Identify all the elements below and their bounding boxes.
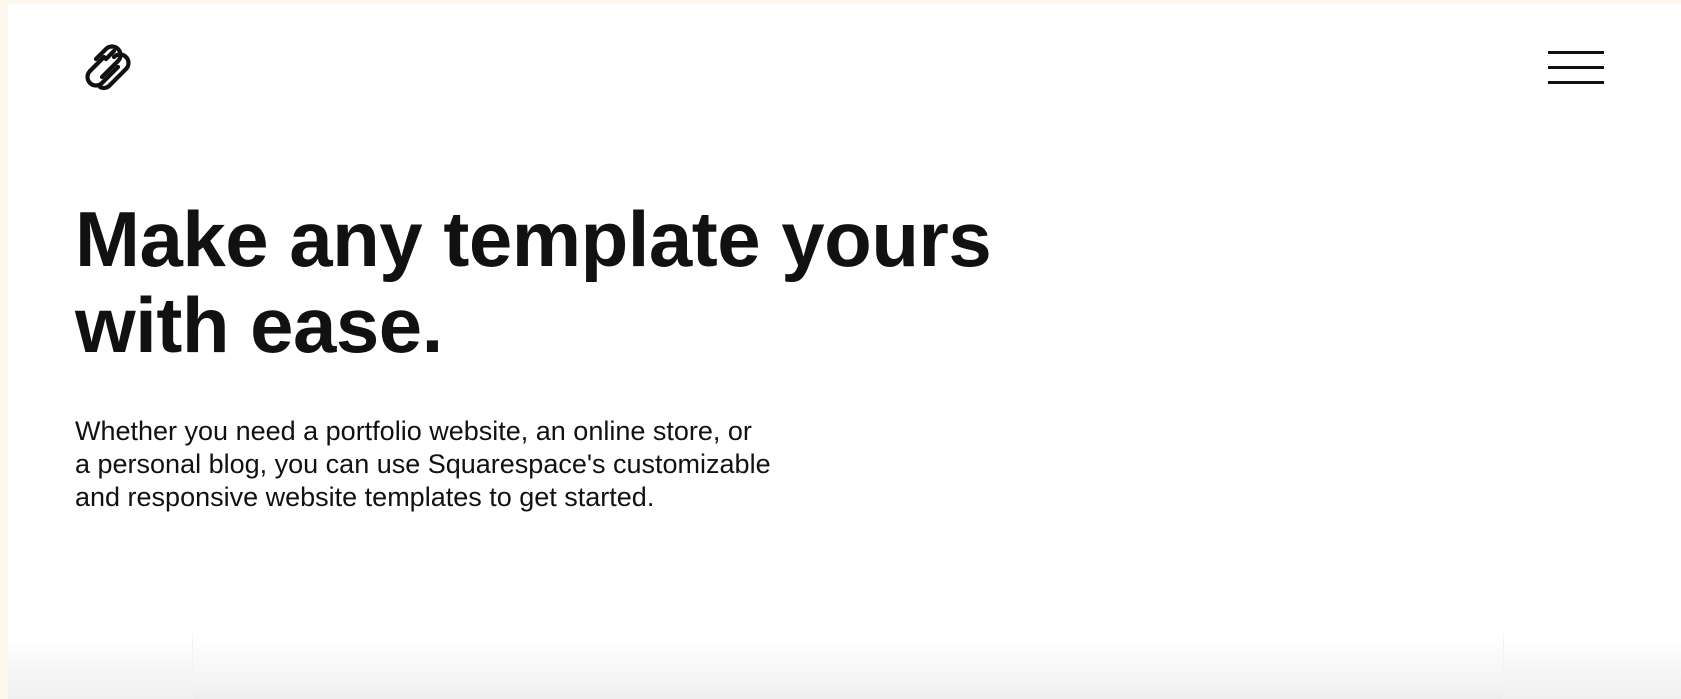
hero-description-line-3: and responsive website templates to get … — [75, 482, 655, 512]
page: Make any template yours with ease. Wheth… — [8, 4, 1681, 699]
template-preview-card — [192, 634, 1504, 699]
menu-bar-middle — [1548, 66, 1604, 69]
menu-bar-top — [1548, 51, 1604, 54]
hero-description-line-2: a personal blog, you can use Squarespace… — [75, 449, 771, 479]
page-title: Make any template yours with ease. — [75, 196, 1075, 368]
squarespace-logo-icon[interactable] — [76, 37, 140, 101]
page-title-line-1: Make any template yours — [75, 195, 992, 283]
menu-bar-bottom — [1548, 81, 1604, 84]
hero-description: Whether you need a portfolio website, an… — [75, 415, 895, 514]
hamburger-menu-icon[interactable] — [1548, 49, 1604, 85]
page-title-line-2: with ease. — [75, 281, 443, 369]
hero-description-line-1: Whether you need a portfolio website, an… — [75, 416, 752, 446]
